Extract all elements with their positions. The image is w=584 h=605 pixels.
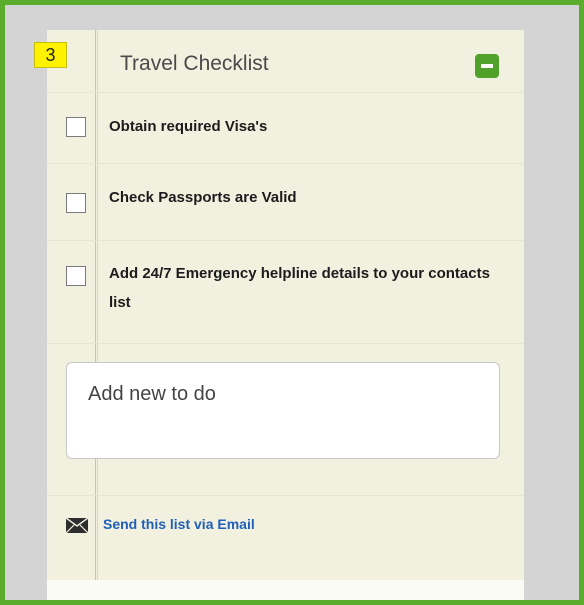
- row-divider: [47, 92, 524, 93]
- add-todo-input[interactable]: Add new to do: [66, 362, 500, 459]
- minus-icon: [481, 64, 493, 68]
- send-email-link[interactable]: Send this list via Email: [103, 516, 255, 532]
- row-divider: [47, 495, 524, 496]
- notebook-margin-line: [95, 30, 98, 580]
- row-divider: [47, 240, 524, 241]
- item-label-helpline: Add 24/7 Emergency helpline details to y…: [109, 265, 490, 311]
- item-checkbox-visa[interactable]: [66, 117, 86, 137]
- row-divider: [47, 163, 524, 164]
- step-number-badge: 3: [34, 42, 67, 68]
- envelope-icon: [66, 518, 88, 533]
- row-divider: [47, 343, 524, 344]
- item-checkbox-helpline[interactable]: [66, 266, 86, 286]
- checklist-title: Travel Checklist: [120, 52, 269, 75]
- panel-bottom-strip: [47, 580, 524, 600]
- collapse-button[interactable]: [475, 54, 499, 78]
- add-todo-placeholder: Add new to do: [88, 383, 216, 405]
- item-checkbox-passports[interactable]: [66, 193, 86, 213]
- item-label-visa: Obtain required Visa's: [109, 118, 268, 135]
- item-label-passports: Check Passports are Valid: [109, 189, 297, 206]
